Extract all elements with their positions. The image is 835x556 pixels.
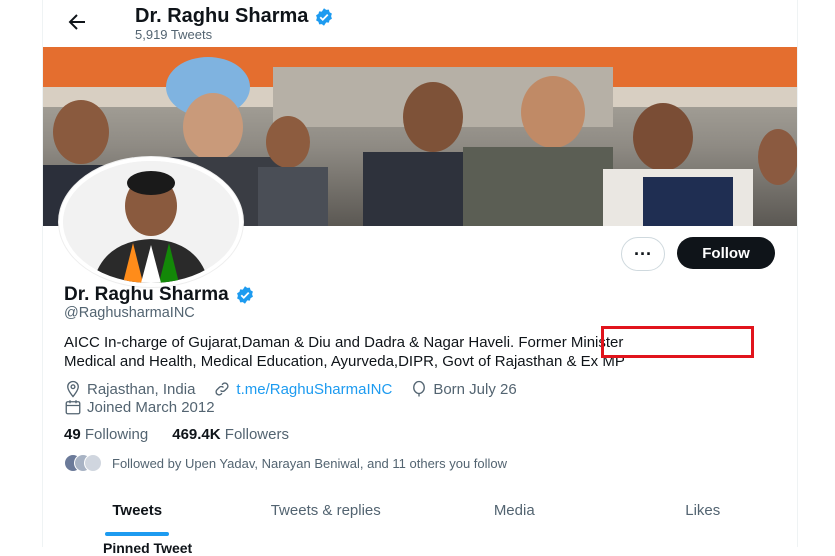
birthday-item: Born July 26 [410,380,517,398]
verified-badge-icon [316,7,333,26]
profile-name: Dr. Raghu Sharma [64,284,255,306]
following-count: 49 [64,426,81,443]
balloon-icon [413,380,426,397]
follow-counts: 49 Following 469.4K Followers [64,426,289,443]
profile-avatar[interactable] [59,157,243,287]
location-item: Rajasthan, India [64,380,195,398]
followed-by-text: Followed by Upen Yadav, Narayan Beniwal,… [112,455,508,471]
more-options-button[interactable]: ··· [621,237,665,271]
header-title: Dr. Raghu Sharma [135,5,334,28]
followers-label: Followers [224,426,289,443]
website-item[interactable]: t.me/RaghuSharmaINC [213,380,392,398]
profile-tabs: Tweets Tweets & replies Media Likes [43,490,797,536]
profile-meta: Rajasthan, India t.me/RaghuSharmaINC Bor… [64,380,517,398]
tab-likes[interactable]: Likes [609,490,798,536]
tab-tweets-replies[interactable]: Tweets & replies [232,490,421,536]
highlight-box [601,326,754,358]
tab-media[interactable]: Media [420,490,609,536]
joined-item: Joined March 2012 [64,398,215,416]
followed-by[interactable]: Followed by Upen Yadav, Narayan Beniwal,… [64,454,507,472]
top-bar: Dr. Raghu Sharma 5,919 Tweets [43,0,797,46]
website-link[interactable]: t.me/RaghuSharmaINC [236,381,392,398]
location-pin-icon [67,380,79,398]
link-icon [215,382,229,396]
mutual-avatars [64,454,102,472]
tab-tweets[interactable]: Tweets [43,490,232,536]
calendar-icon [65,400,81,415]
avatar-photo [63,161,239,283]
location-text: Rajasthan, India [87,380,196,398]
follow-button[interactable]: Follow [677,237,775,269]
following-link[interactable]: 49 Following [64,426,148,443]
following-label: Following [84,426,149,443]
profile-name-text: Dr. Raghu Sharma [64,284,229,305]
back-arrow-icon[interactable] [65,10,89,34]
mutual-avatar [84,454,102,472]
birthday-text: Born July 26 [433,380,517,398]
profile-column: Dr. Raghu Sharma 5,919 Tweets ··· Follow… [42,0,798,556]
joined-text: Joined March 2012 [87,398,215,416]
followers-count: 469.4K [172,426,221,443]
followers-link[interactable]: 469.4K Followers [172,426,289,443]
header-name: Dr. Raghu Sharma [135,5,309,27]
profile-handle: @RaghusharmaINC [64,305,195,321]
pinned-tweet-label: Pinned Tweet [103,540,193,556]
verified-badge-icon [236,286,253,304]
tweet-count: 5,919 Tweets [135,27,213,42]
